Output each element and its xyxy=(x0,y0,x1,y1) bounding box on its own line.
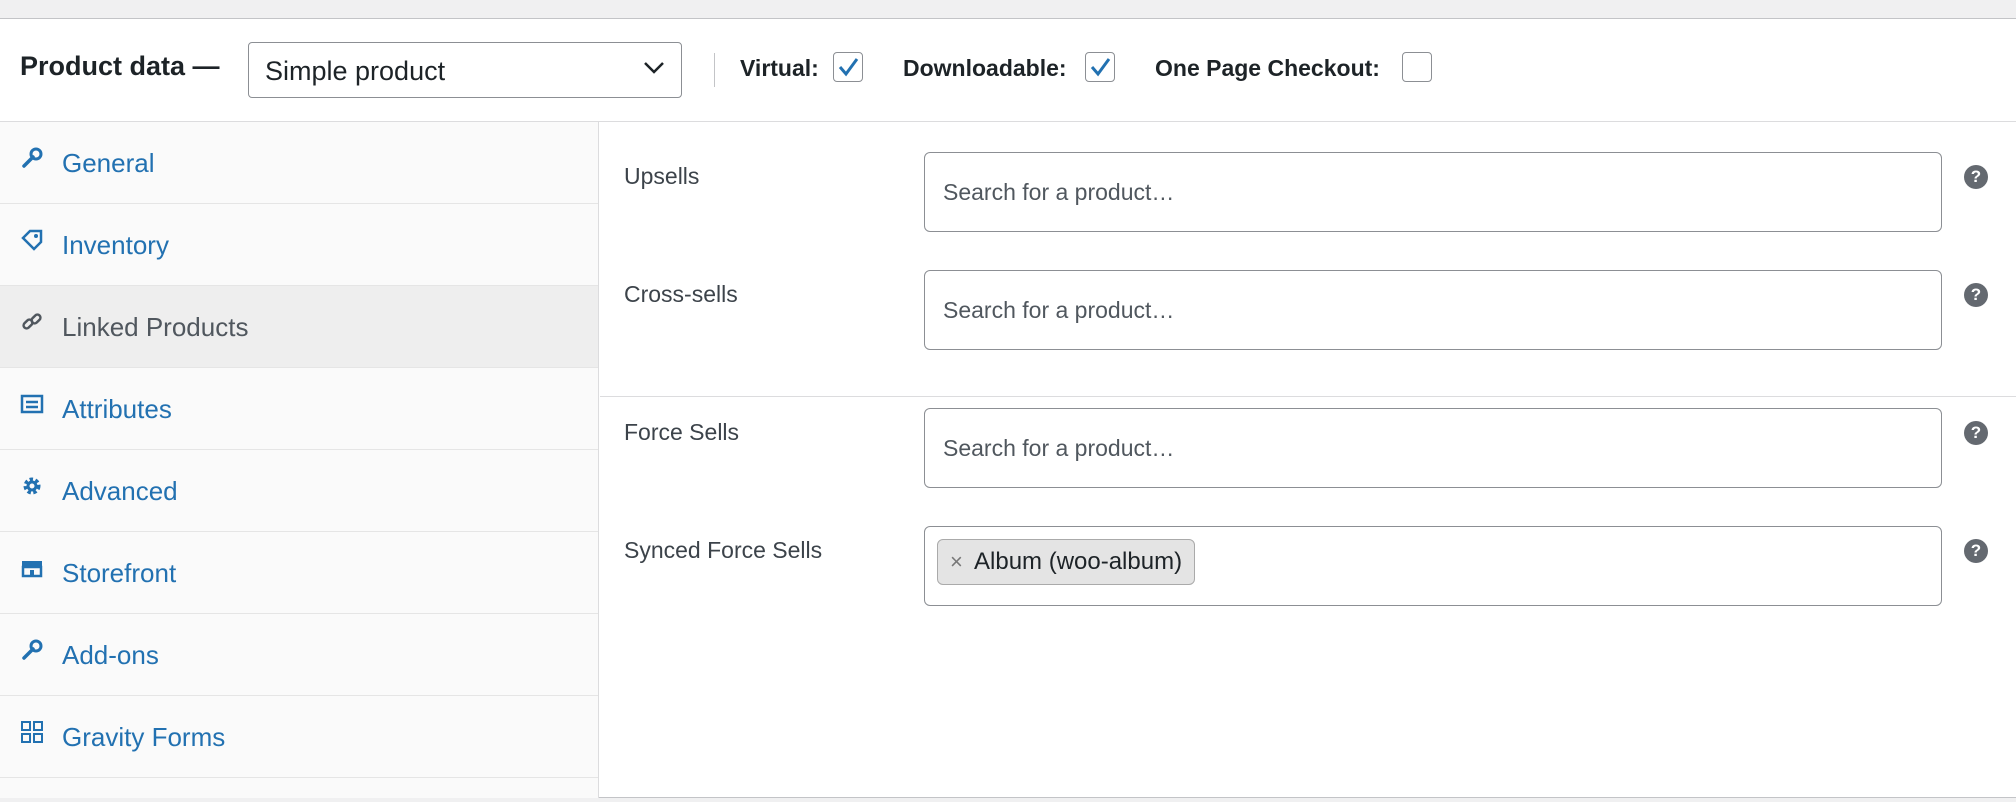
synced-force-sells-field[interactable]: × Album (woo-album) xyxy=(924,526,1942,606)
tab-inventory[interactable]: Inventory xyxy=(0,204,598,286)
product-data-header: Product data — Simple product Virtual: D… xyxy=(0,19,2016,122)
tab-label: Advanced xyxy=(62,476,178,506)
tab-label: Storefront xyxy=(62,558,177,588)
tab-label: Gravity Forms xyxy=(62,722,226,752)
cross-sells-field[interactable] xyxy=(924,270,1942,350)
downloadable-label: Downloadable: xyxy=(903,55,1067,81)
checkmark-icon xyxy=(838,58,859,77)
tab-label: General xyxy=(62,148,155,178)
force-sells-field[interactable] xyxy=(924,408,1942,488)
force-sells-input[interactable] xyxy=(941,431,1845,465)
grid-icon xyxy=(20,720,44,744)
tab-attributes[interactable]: Attributes xyxy=(0,368,598,450)
list-icon xyxy=(20,392,44,416)
help-icon[interactable]: ? xyxy=(1964,165,1988,189)
gear-icon xyxy=(20,474,44,498)
help-icon[interactable]: ? xyxy=(1964,539,1988,563)
wrench-icon xyxy=(20,146,44,170)
token-label: Album (woo-album) xyxy=(974,548,1183,575)
one-page-checkout-label: One Page Checkout: xyxy=(1155,55,1380,81)
downloadable-checkbox[interactable] xyxy=(1085,52,1115,82)
tab-label: Add-ons xyxy=(62,640,159,670)
product-type-value: Simple product xyxy=(265,56,446,86)
product-data-tabs: General Inventory Linked Products Attrib… xyxy=(0,122,599,798)
tab-general[interactable]: General xyxy=(0,122,598,204)
tab-label: Inventory xyxy=(62,230,169,260)
product-data-title: Product data — xyxy=(20,51,220,81)
tag-icon xyxy=(20,228,44,252)
one-page-checkout-checkbox[interactable] xyxy=(1402,52,1432,82)
wrench-icon xyxy=(20,638,44,662)
virtual-label: Virtual: xyxy=(740,55,819,81)
tab-gravity-forms[interactable]: Gravity Forms xyxy=(0,696,598,778)
product-data-panel: Product data — Simple product Virtual: D… xyxy=(0,18,2016,798)
header-divider xyxy=(714,53,715,87)
store-icon xyxy=(20,556,44,580)
force-sells-label: Force Sells xyxy=(624,419,740,445)
tab-label: Attributes xyxy=(62,394,172,424)
tab-linked-products[interactable]: Linked Products xyxy=(0,286,598,368)
link-icon xyxy=(20,310,44,334)
help-icon[interactable]: ? xyxy=(1964,283,1988,307)
virtual-checkbox[interactable] xyxy=(833,52,863,82)
checkmark-icon xyxy=(1090,58,1111,77)
section-divider xyxy=(600,396,2016,397)
tab-add-ons[interactable]: Add-ons xyxy=(0,614,598,696)
product-type-select[interactable]: Simple product xyxy=(248,42,682,98)
cross-sells-label: Cross-sells xyxy=(624,281,738,307)
help-icon[interactable]: ? xyxy=(1964,421,1988,445)
cross-sells-input[interactable] xyxy=(941,293,1845,327)
tab-advanced[interactable]: Advanced xyxy=(0,450,598,532)
selected-product-token: × Album (woo-album) xyxy=(937,539,1196,585)
upsells-label: Upsells xyxy=(624,163,700,189)
upsells-field[interactable] xyxy=(924,152,1942,232)
chevron-down-icon xyxy=(644,62,664,74)
synced-force-sells-label: Synced Force Sells xyxy=(624,537,823,563)
remove-token-icon[interactable]: × xyxy=(950,540,963,583)
tab-storefront[interactable]: Storefront xyxy=(0,532,598,614)
upsells-input[interactable] xyxy=(941,175,1845,209)
tab-label: Linked Products xyxy=(62,312,249,342)
